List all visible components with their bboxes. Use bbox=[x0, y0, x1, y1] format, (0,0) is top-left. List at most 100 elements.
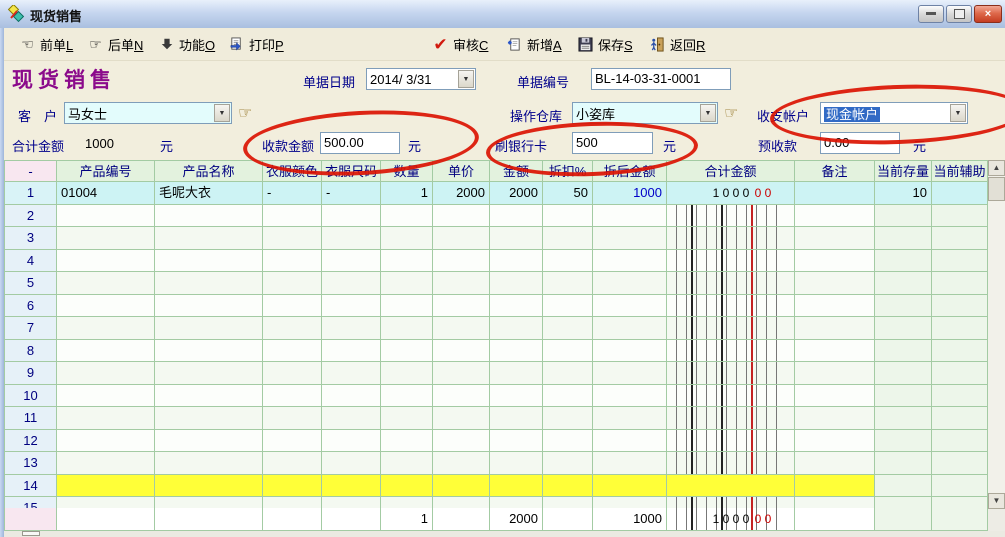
cell-num[interactable]: 12 bbox=[4, 430, 57, 453]
cell-aux[interactable] bbox=[932, 205, 988, 228]
cell-code[interactable] bbox=[57, 250, 155, 273]
cell-discounted[interactable] bbox=[593, 250, 667, 273]
cell-qty[interactable] bbox=[381, 385, 433, 408]
cell-name[interactable] bbox=[155, 475, 263, 498]
cell-amount[interactable] bbox=[490, 407, 543, 430]
cell-qty[interactable]: 1 bbox=[381, 182, 433, 205]
cell-name[interactable] bbox=[155, 452, 263, 475]
cell-aux[interactable] bbox=[932, 340, 988, 363]
cell-note[interactable] bbox=[795, 205, 875, 228]
cell-stock[interactable] bbox=[875, 508, 932, 531]
cell-color[interactable] bbox=[263, 508, 322, 531]
scrollbar-thumb[interactable] bbox=[988, 177, 1005, 201]
cell-price[interactable] bbox=[433, 475, 490, 498]
cell-color[interactable] bbox=[263, 250, 322, 273]
cell-code[interactable] bbox=[57, 497, 155, 508]
cell-note[interactable] bbox=[795, 475, 875, 498]
cell-size[interactable] bbox=[322, 362, 381, 385]
cell-discount[interactable] bbox=[543, 227, 593, 250]
back-button[interactable]: 返回R bbox=[646, 33, 708, 55]
cell-aux[interactable] bbox=[932, 475, 988, 498]
cell-note[interactable] bbox=[795, 227, 875, 250]
cell-name[interactable]: 毛呢大衣 bbox=[155, 182, 263, 205]
cell-name[interactable] bbox=[155, 362, 263, 385]
cell-price[interactable] bbox=[433, 508, 490, 531]
cell-note[interactable] bbox=[795, 452, 875, 475]
cell-discounted[interactable]: 1000 bbox=[593, 182, 667, 205]
cell-aux[interactable] bbox=[932, 227, 988, 250]
cell-qty[interactable] bbox=[381, 407, 433, 430]
cell-grid[interactable]: 100000 bbox=[667, 182, 795, 205]
scroll-up-icon[interactable]: ▲ bbox=[988, 160, 1005, 176]
cell-note[interactable] bbox=[795, 497, 875, 508]
cell-num[interactable]: 13 bbox=[4, 452, 57, 475]
cell-code[interactable] bbox=[57, 227, 155, 250]
cell-stock[interactable] bbox=[875, 317, 932, 340]
cell-discount[interactable] bbox=[543, 317, 593, 340]
cell-color[interactable] bbox=[263, 295, 322, 318]
cell-amount[interactable] bbox=[490, 227, 543, 250]
cell-stock[interactable] bbox=[875, 407, 932, 430]
cell-note[interactable] bbox=[795, 340, 875, 363]
cell-color[interactable] bbox=[263, 385, 322, 408]
cell-qty[interactable] bbox=[381, 475, 433, 498]
cell-amount[interactable] bbox=[490, 497, 543, 508]
cell-discounted[interactable] bbox=[593, 295, 667, 318]
cell-stock[interactable] bbox=[875, 205, 932, 228]
cell-discount[interactable] bbox=[543, 497, 593, 508]
cell-note[interactable] bbox=[795, 430, 875, 453]
cell-discounted[interactable] bbox=[593, 362, 667, 385]
cell-size[interactable] bbox=[322, 475, 381, 498]
cell-code[interactable] bbox=[57, 317, 155, 340]
cell-aux[interactable] bbox=[932, 250, 988, 273]
cell-size[interactable] bbox=[322, 250, 381, 273]
scroll-down-icon[interactable]: ▼ bbox=[988, 493, 1005, 509]
cell-stock[interactable] bbox=[875, 452, 932, 475]
cell-name[interactable] bbox=[155, 317, 263, 340]
close-button[interactable]: × bbox=[974, 5, 1002, 23]
cell-stock[interactable] bbox=[875, 250, 932, 273]
cell-discount[interactable]: 50 bbox=[543, 182, 593, 205]
cell-amount[interactable]: 2000 bbox=[490, 182, 543, 205]
cell-grid[interactable] bbox=[667, 452, 795, 475]
cell-color[interactable] bbox=[263, 317, 322, 340]
cell-price[interactable] bbox=[433, 497, 490, 508]
cell-discounted[interactable] bbox=[593, 317, 667, 340]
cell-name[interactable] bbox=[155, 227, 263, 250]
cell-price[interactable] bbox=[433, 407, 490, 430]
cell-grid[interactable]: 100000 bbox=[667, 508, 795, 531]
cell-discounted[interactable] bbox=[593, 430, 667, 453]
cell-qty[interactable] bbox=[381, 452, 433, 475]
cell-amount[interactable] bbox=[490, 452, 543, 475]
cell-num[interactable]: 7 bbox=[4, 317, 57, 340]
cell-aux[interactable] bbox=[932, 182, 988, 205]
cell-note[interactable] bbox=[795, 182, 875, 205]
cell-amount[interactable] bbox=[490, 340, 543, 363]
maximize-button[interactable] bbox=[946, 5, 972, 23]
cell-name[interactable] bbox=[155, 430, 263, 453]
cell-num[interactable]: 6 bbox=[4, 295, 57, 318]
cell-num[interactable]: 15 bbox=[4, 497, 57, 508]
cell-qty[interactable] bbox=[381, 317, 433, 340]
cell-note[interactable] bbox=[795, 272, 875, 295]
cell-name[interactable] bbox=[155, 407, 263, 430]
cell-discounted[interactable] bbox=[593, 407, 667, 430]
cell-size[interactable] bbox=[322, 430, 381, 453]
cell-discounted[interactable] bbox=[593, 340, 667, 363]
cell-amount[interactable] bbox=[490, 430, 543, 453]
cell-num[interactable] bbox=[4, 508, 57, 531]
cell-num[interactable]: 3 bbox=[4, 227, 57, 250]
cell-size[interactable] bbox=[322, 497, 381, 508]
cell-stock[interactable]: 10 bbox=[875, 182, 932, 205]
cell-price[interactable]: 2000 bbox=[433, 182, 490, 205]
cell-amount[interactable] bbox=[490, 475, 543, 498]
advance-input[interactable]: 0.00 bbox=[820, 132, 900, 154]
cell-size[interactable] bbox=[322, 385, 381, 408]
cell-price[interactable] bbox=[433, 205, 490, 228]
cell-size[interactable] bbox=[322, 272, 381, 295]
cell-grid[interactable] bbox=[667, 475, 795, 498]
cell-discounted[interactable] bbox=[593, 385, 667, 408]
cell-discounted[interactable] bbox=[593, 272, 667, 295]
cell-aux[interactable] bbox=[932, 497, 988, 508]
cell-grid[interactable] bbox=[667, 317, 795, 340]
